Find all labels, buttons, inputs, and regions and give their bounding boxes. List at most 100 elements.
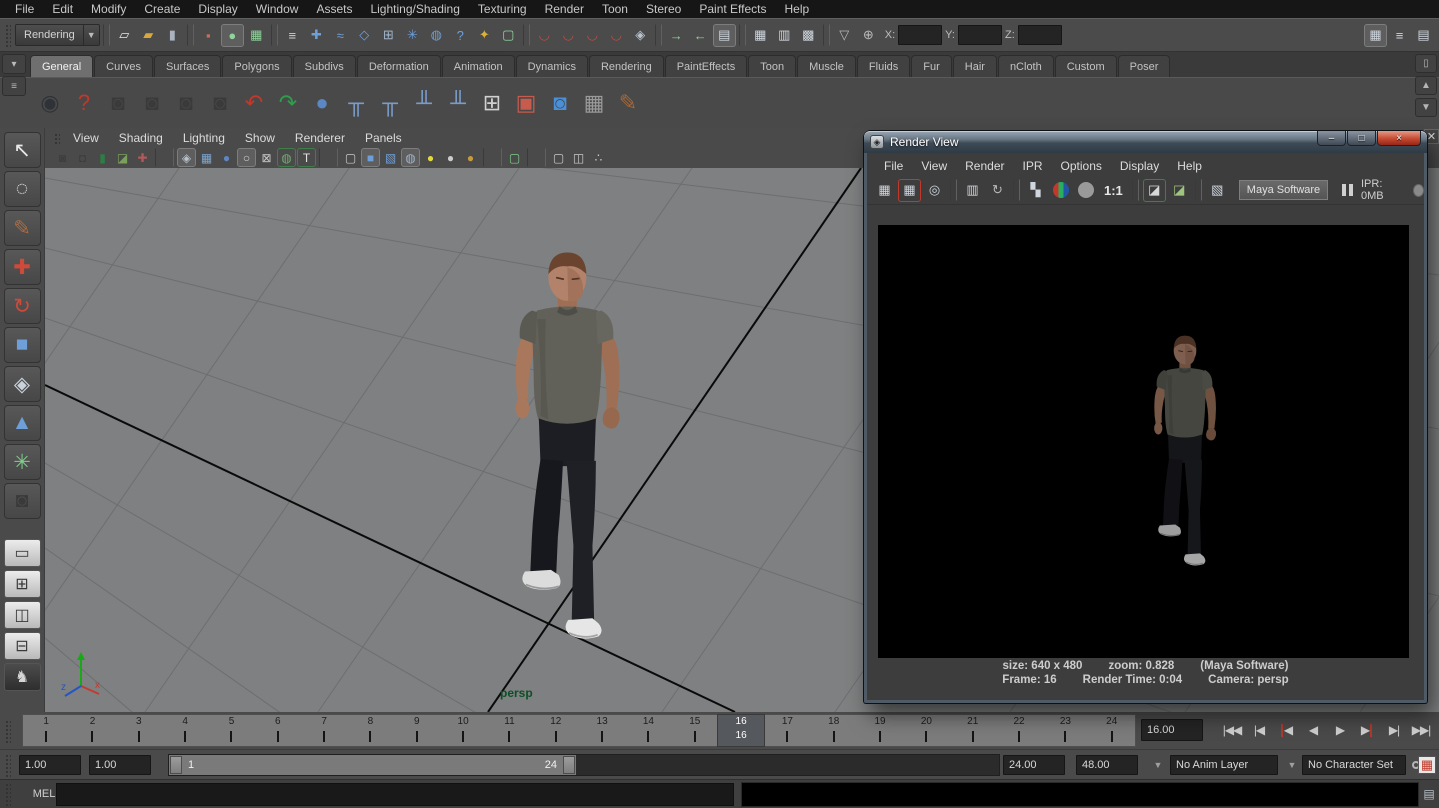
snap-magnet-grid-icon[interactable]: ◡: [533, 24, 556, 47]
shelf-help-line-icon[interactable]: ?: [68, 87, 100, 119]
select-tool-button[interactable]: ↖: [4, 132, 41, 168]
vp-flat-light-icon[interactable]: ●: [441, 148, 460, 167]
show-manipulator-button[interactable]: ✳: [4, 444, 41, 480]
character-model[interactable]: [480, 243, 653, 658]
select-component-icon[interactable]: ▦: [245, 24, 268, 47]
paint-select-tool-button[interactable]: ✎: [4, 210, 41, 246]
rv-ipr-render-icon[interactable]: ▥: [961, 179, 984, 202]
rotate-tool-button[interactable]: ↻: [4, 288, 41, 324]
render-settings-icon[interactable]: ▩: [797, 24, 820, 47]
shelf-tab[interactable]: Fluids: [857, 55, 910, 77]
tool-settings-toggle-icon[interactable]: ≡: [1388, 24, 1411, 47]
timeline-frame-cell[interactable]: 14: [625, 715, 671, 746]
close-button[interactable]: ×: [1377, 131, 1421, 146]
timeline-frame-cell[interactable]: 3: [116, 715, 162, 746]
lock-icon[interactable]: ✦: [473, 24, 496, 47]
rv-redo-render-icon[interactable]: ▦: [898, 179, 921, 202]
lasso-tool-button[interactable]: ◌: [4, 171, 41, 207]
snap-magnet-point-icon[interactable]: ◡: [581, 24, 604, 47]
step-forward-key-button[interactable]: ▶: [1354, 718, 1380, 742]
record-edits-icon[interactable]: ←: [689, 24, 712, 47]
menu-set-dropdown[interactable]: Rendering ▼: [15, 24, 100, 46]
render-view-menu-item[interactable]: Display: [1111, 159, 1168, 173]
vp-default-material-icon[interactable]: ◍: [277, 148, 296, 167]
menu-item[interactable]: File: [6, 1, 43, 17]
shelf-tab[interactable]: Surfaces: [154, 55, 221, 77]
shelf-parent-icon[interactable]: ╨: [408, 87, 440, 119]
shelf-poly-group-icon[interactable]: ▦: [578, 87, 610, 119]
shelf-tab[interactable]: Custom: [1055, 55, 1117, 77]
construction-history-icon[interactable]: →: [665, 24, 688, 47]
file-save-icon[interactable]: ▮: [161, 24, 184, 47]
timeline-frame-cell[interactable]: 15: [672, 715, 718, 746]
timeline-frame-cell[interactable]: 4: [162, 715, 208, 746]
rv-refresh-ipr-icon[interactable]: ↻: [986, 179, 1009, 202]
step-back-frame-button[interactable]: |◀: [1246, 718, 1272, 742]
list-inputs-icon[interactable]: ▤: [713, 24, 736, 47]
timeline-frame-cell[interactable]: 7: [301, 715, 347, 746]
render-view-menu-item[interactable]: File: [875, 159, 912, 173]
snap-magnet-plane-icon[interactable]: ◡: [605, 24, 628, 47]
rv-render-frame-icon[interactable]: ▦: [873, 179, 896, 202]
shelf-tab[interactable]: Deformation: [357, 55, 441, 77]
range-end-handle[interactable]: [563, 756, 575, 774]
scale-tool-button[interactable]: ■: [4, 327, 41, 363]
alpha-channel-icon[interactable]: [1074, 179, 1097, 202]
timeline-frame-cell[interactable]: 23: [1042, 715, 1088, 746]
menu-item[interactable]: Toon: [593, 1, 637, 17]
channel-box-toggle-icon[interactable]: ▤: [1412, 24, 1435, 47]
vp-film-gate-icon[interactable]: ▦: [197, 148, 216, 167]
vp-text-hud-icon[interactable]: T: [297, 148, 316, 167]
selection-mask-icon[interactable]: ▢: [497, 24, 520, 47]
anim-layer-dropdown-arrow[interactable]: ▼: [1148, 755, 1168, 775]
snap-to-points-icon[interactable]: ◇: [353, 24, 376, 47]
shelf-unparent-icon[interactable]: ╨: [442, 87, 474, 119]
render-view-titlebar[interactable]: ◈ Render View – □ ×: [864, 131, 1427, 153]
file-new-icon[interactable]: ▱: [113, 24, 136, 47]
attribute-editor-toggle-icon[interactable]: ▦: [1364, 24, 1387, 47]
viewport-menu-item[interactable]: Lighting: [173, 131, 235, 145]
vp-layers-icon[interactable]: ◫: [569, 148, 588, 167]
character-set-dropdown[interactable]: No Character Set: [1302, 755, 1406, 775]
menu-item[interactable]: Texturing: [469, 1, 536, 17]
snap-to-curves-icon[interactable]: ≈: [329, 24, 352, 47]
move-tool-button[interactable]: ✚: [4, 249, 41, 285]
timeline-frame-cell[interactable]: 12: [533, 715, 579, 746]
z-input[interactable]: [1018, 25, 1062, 45]
shelf-tab[interactable]: Animation: [442, 55, 515, 77]
vp-camera-select-icon[interactable]: ◙: [53, 148, 72, 167]
quick-selection-arrow-icon[interactable]: ▽: [833, 24, 856, 47]
layout-outliner-pane-button[interactable]: ◫: [4, 601, 41, 629]
camera-tool-button[interactable]: ◙: [4, 483, 41, 519]
animation-end-input[interactable]: 48.00: [1076, 755, 1138, 775]
shelf-duplicate-object-icon[interactable]: ▣: [510, 87, 542, 119]
shelf-paint-brush-icon[interactable]: ✎: [612, 87, 644, 119]
range-slider[interactable]: 1 24: [168, 754, 1000, 776]
make-live-icon[interactable]: ◍: [425, 24, 448, 47]
shelf-hypergraph-icon[interactable]: ⊞: [476, 87, 508, 119]
vp-ambient-light-icon[interactable]: ●: [461, 148, 480, 167]
vp-shaded-sphere-icon[interactable]: ●: [217, 148, 236, 167]
snap-magnet-curve-icon[interactable]: ◡: [557, 24, 580, 47]
maximize-button[interactable]: □: [1347, 131, 1376, 146]
render-current-frame-icon[interactable]: ▦: [749, 24, 772, 47]
snap-to-grid-icon[interactable]: ⊞: [377, 24, 400, 47]
vp-image-plane-icon[interactable]: ◪: [113, 148, 132, 167]
rv-one-to-one-label[interactable]: 1:1: [1099, 179, 1128, 202]
shelf-tab[interactable]: Curves: [94, 55, 153, 77]
play-forwards-button[interactable]: ▶: [1327, 718, 1353, 742]
viewport-menu-item[interactable]: Show: [235, 131, 285, 145]
shelf-tab[interactable]: Polygons: [222, 55, 291, 77]
pause-ipr-icon[interactable]: [1342, 184, 1353, 196]
layout-hypershade-button[interactable]: ♞: [4, 663, 41, 691]
shelf-tab[interactable]: Poser: [1118, 55, 1171, 77]
shelf-scroll-down-icon[interactable]: ▼: [1415, 98, 1437, 117]
timeline-frame-cell[interactable]: 8: [347, 715, 393, 746]
renderer-dropdown[interactable]: Maya Software: [1239, 180, 1328, 200]
viewport-menu-item[interactable]: View: [63, 131, 109, 145]
shelf-tab[interactable]: Muscle: [797, 55, 856, 77]
ipr-render-icon[interactable]: ▥: [773, 24, 796, 47]
shelf-scroll-up-icon[interactable]: ▲: [1415, 76, 1437, 95]
shelf-render-globe-icon[interactable]: ◉: [34, 87, 66, 119]
render-view-menu-item[interactable]: Render: [956, 159, 1013, 173]
